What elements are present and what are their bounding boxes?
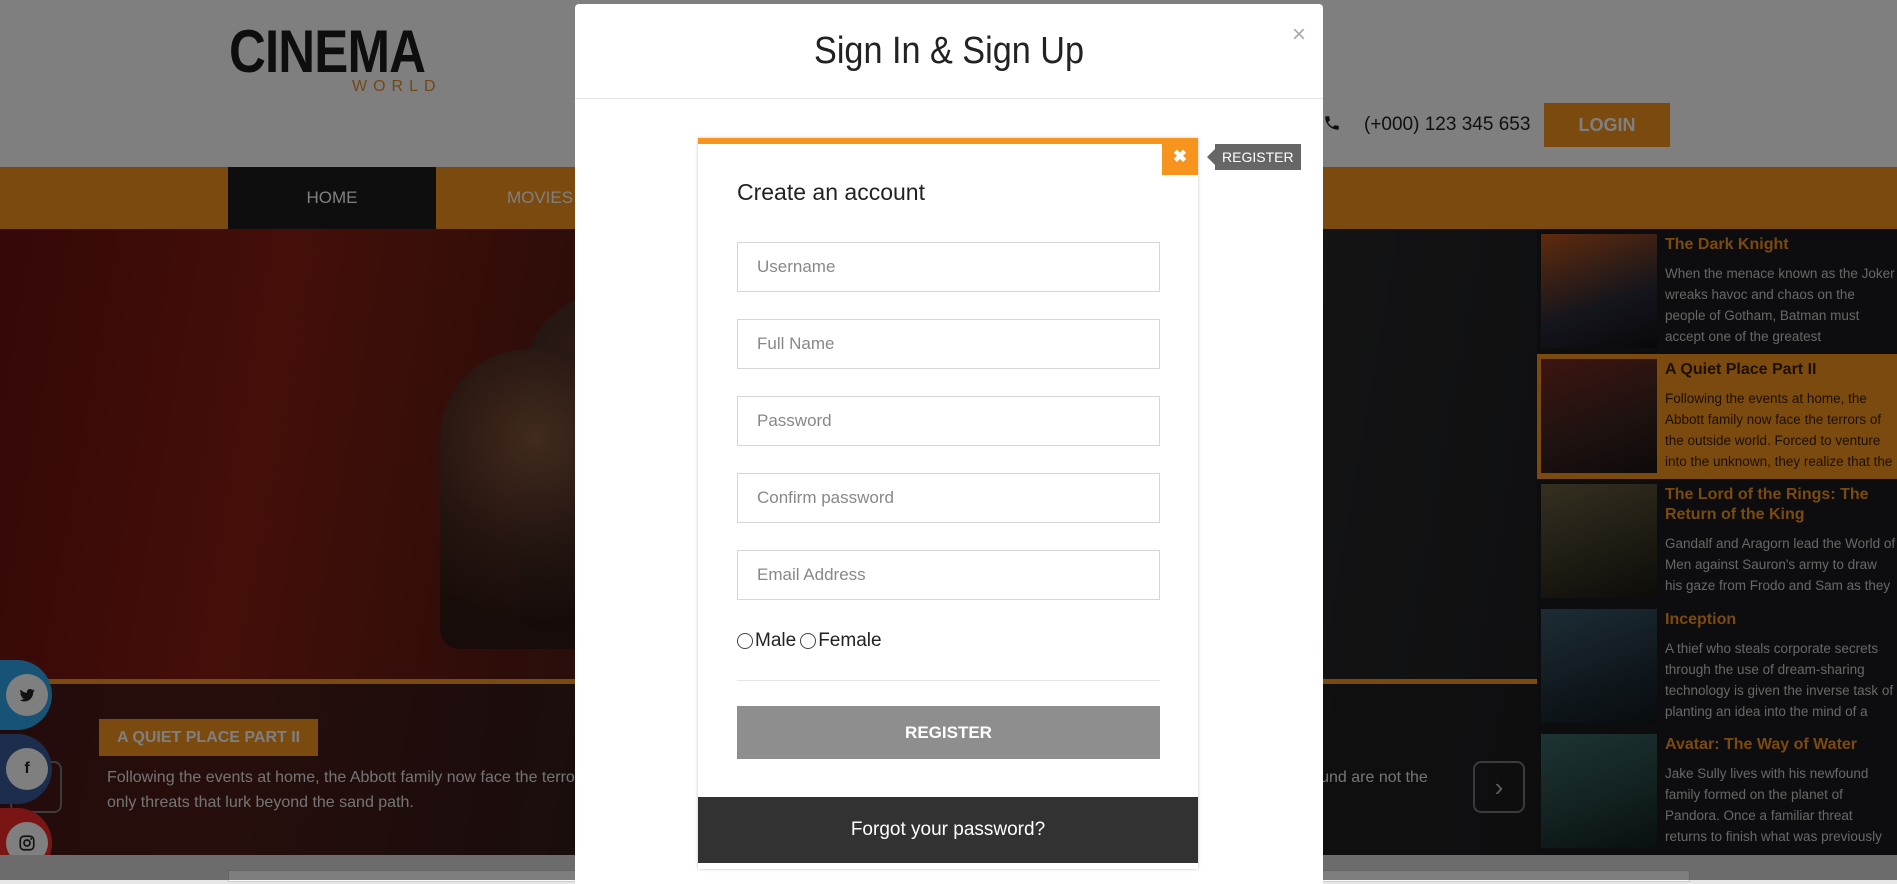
modal-header: Sign In & Sign Up × xyxy=(575,4,1323,99)
form-heading: Create an account xyxy=(737,179,925,205)
close-icon[interactable]: × xyxy=(1292,21,1306,49)
female-label: Female xyxy=(818,630,882,651)
fullname-field[interactable] xyxy=(737,319,1160,369)
register-button[interactable]: REGISTER xyxy=(737,706,1160,759)
username-field[interactable] xyxy=(737,242,1160,292)
page: CINEMA WORLD (+000) 123 345 653 LOGIN HO… xyxy=(0,0,1897,884)
male-label: Male xyxy=(755,630,797,651)
female-radio[interactable] xyxy=(800,633,817,649)
male-radio[interactable] xyxy=(737,633,753,649)
gender-radio-group: Male Female xyxy=(737,630,882,652)
forgot-password-link[interactable]: Forgot your password? xyxy=(698,797,1198,863)
divider xyxy=(737,680,1160,681)
email-field[interactable] xyxy=(737,550,1160,600)
confirm-password-field[interactable] xyxy=(737,473,1160,523)
close-icon[interactable]: ✖ xyxy=(1162,138,1198,175)
password-field[interactable] xyxy=(737,396,1160,446)
register-tooltip: REGISTER xyxy=(1207,144,1301,170)
modal-title: Sign In & Sign Up xyxy=(814,30,1084,72)
